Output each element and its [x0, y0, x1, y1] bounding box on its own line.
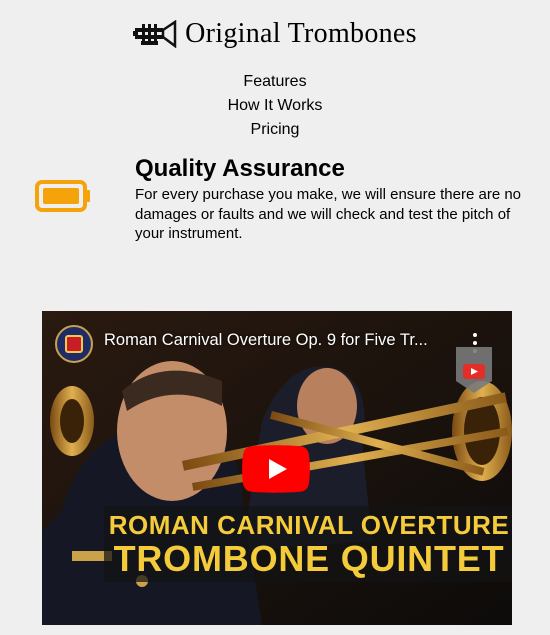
- nav-how-it-works[interactable]: How It Works: [0, 94, 550, 118]
- brand-name: Original Trombones: [185, 18, 417, 49]
- nav-pricing[interactable]: Pricing: [0, 118, 550, 142]
- nav-features[interactable]: Features: [0, 70, 550, 94]
- site-header: Original Trombones: [0, 18, 550, 50]
- caption-line-1: ROMAN CARNIVAL OVERTURE: [108, 510, 510, 540]
- channel-avatar[interactable]: [55, 325, 93, 363]
- main-nav: Features How It Works Pricing: [0, 70, 550, 142]
- video-caption: ROMAN CARNIVAL OVERTURE TROMBONE QUINTET: [104, 506, 512, 582]
- video-title[interactable]: Roman Carnival Overture Op. 9 for Five T…: [104, 331, 454, 350]
- play-icon[interactable]: [242, 445, 310, 493]
- watch-later-icon[interactable]: [456, 347, 492, 393]
- feature-title: Quality Assurance: [135, 155, 345, 182]
- battery-icon: [35, 180, 90, 212]
- video-embed[interactable]: Roman Carnival Overture Op. 9 for Five T…: [42, 311, 512, 625]
- caption-line-2: TROMBONE QUINTET: [113, 538, 505, 579]
- feature-quality-assurance: Quality Assurance For every purchase you…: [0, 155, 550, 255]
- trumpet-icon: [133, 20, 177, 48]
- army-crest-icon: [65, 335, 83, 353]
- feature-description: For every purchase you make, we will ens…: [135, 186, 522, 242]
